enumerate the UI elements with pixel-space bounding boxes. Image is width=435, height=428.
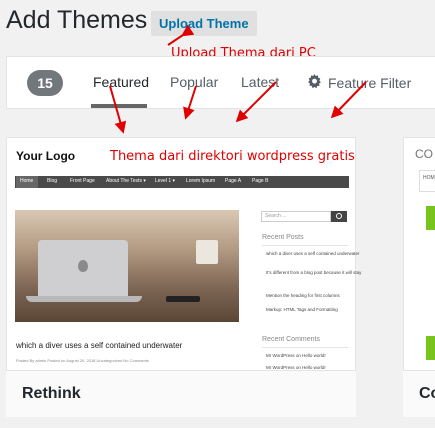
arrow-to-upload (167, 24, 195, 46)
arrow-to-latest (235, 81, 277, 123)
arrow-to-featured (109, 85, 127, 134)
arrow-to-popular (183, 85, 197, 120)
annotation-arrows (109, 24, 367, 134)
arrow-to-filter (330, 81, 367, 119)
